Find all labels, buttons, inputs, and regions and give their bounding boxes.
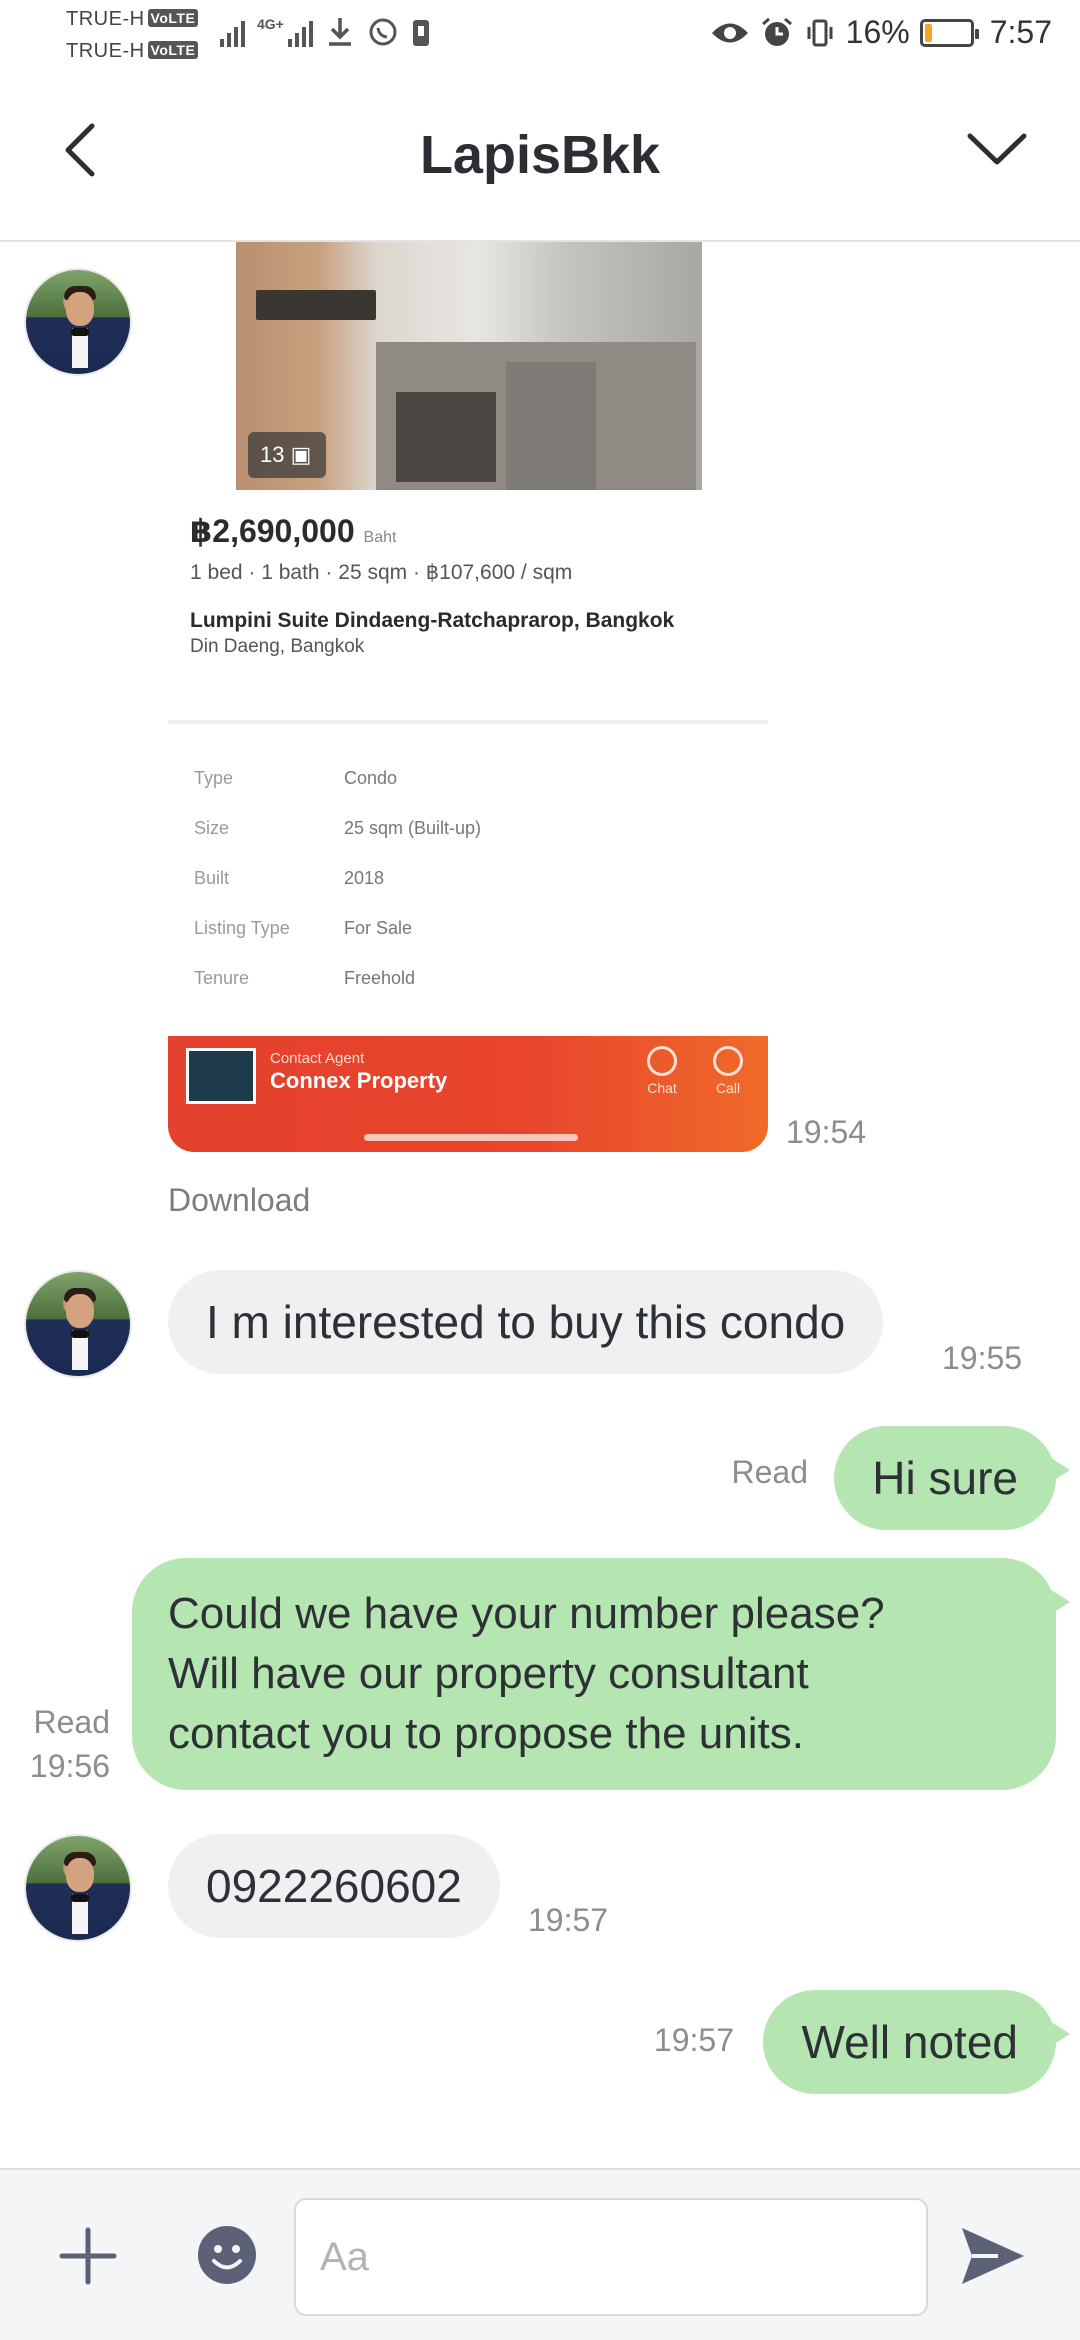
incoming-message[interactable]: 0922260602 (168, 1834, 500, 1938)
photo-count-badge: 13 ▣ (248, 432, 326, 478)
volte-badge: VoLTE (147, 9, 199, 27)
chevron-down-icon[interactable] (962, 118, 1032, 182)
phone-icon (713, 1046, 743, 1076)
read-receipt: Read (33, 1704, 111, 1740)
volte-badge: VoLTE (147, 41, 199, 59)
eye-icon (711, 23, 748, 42)
battery-level (924, 23, 932, 42)
battery-icon (919, 18, 979, 47)
carrier-1: TRUE-H VoLTE (66, 8, 199, 31)
network-type: 4G+ (257, 16, 284, 32)
agent-name: Connex Property (270, 1068, 448, 1093)
send-icon[interactable] (958, 2224, 1028, 2288)
message-time: 19:57 (528, 1902, 609, 1938)
whatsapp-icon (369, 18, 397, 46)
signal-icon-2 (287, 17, 313, 47)
download-link[interactable]: Download (168, 1182, 310, 1219)
detail-row: Type Condo (194, 768, 398, 788)
message-time: 19:54 (786, 1114, 867, 1150)
contact-avatar[interactable] (24, 1270, 132, 1378)
battery-percent: 16% (845, 14, 910, 50)
download-icon (328, 18, 351, 46)
alarm-icon (761, 17, 792, 46)
vibrate-icon (807, 19, 833, 46)
listing-specs: 1 bed · 1 bath · 25 sqm · ฿107,600 / sqm (190, 561, 573, 584)
incoming-message[interactable]: I m interested to buy this condo (168, 1270, 884, 1374)
read-receipt: Read (731, 1454, 809, 1490)
sim-battery-icon (412, 20, 429, 46)
agent-logo (186, 1048, 256, 1104)
outgoing-message[interactable]: Well noted (763, 1990, 1070, 2094)
message-list[interactable]: 13 ▣ ฿2,690,000 Baht 1 bed · 1 bath · 25… (0, 242, 1080, 2170)
home-indicator (364, 1134, 578, 1141)
chat-title: LapisBkk (419, 125, 661, 185)
shared-listing-image[interactable]: 13 ▣ ฿2,690,000 Baht 1 bed · 1 bath · 25… (168, 242, 768, 1152)
contact-avatar[interactable] (24, 268, 132, 376)
signal-icon (220, 17, 245, 47)
contact-avatar[interactable] (24, 1834, 132, 1942)
chat-icon (647, 1046, 677, 1076)
listing-price: ฿2,690,000 Baht (190, 513, 397, 549)
card-divider (168, 720, 768, 724)
agent-chat: Chat (642, 1046, 682, 1096)
chat-header: LapisBkk (0, 72, 1080, 242)
emoji-icon[interactable] (196, 2224, 258, 2286)
message-time: 19:56 (29, 1748, 110, 1784)
listing-photo: 13 ▣ (236, 242, 702, 490)
message-time: 19:57 (653, 2022, 734, 2058)
message-time: 19:55 (942, 1340, 1023, 1376)
outgoing-message[interactable]: Could we have your number please? Will h… (132, 1558, 1070, 1790)
agent-bar: Contact Agent Connex Property Chat Call (168, 1036, 768, 1152)
detail-row: Built 2018 (194, 868, 385, 888)
composer (0, 2168, 1080, 2340)
clock: 7:57 (989, 14, 1052, 50)
carrier-2: TRUE-H VoLTE (66, 40, 199, 63)
listing-address: Din Daeng, Bangkok (190, 636, 365, 657)
detail-row: Listing Type For Sale (194, 918, 413, 938)
listing-project: Lumpini Suite Dindaeng-Ratchaprarop, Ban… (190, 609, 675, 632)
detail-row: Size 25 sqm (Built-up) (194, 818, 482, 838)
agent-label: Contact Agent (270, 1050, 365, 1067)
message-input[interactable] (294, 2198, 928, 2316)
detail-row: Tenure Freehold (194, 968, 416, 988)
status-bar: TRUE-H VoLTE TRUE-H VoLTE 4G+ 16% 7:57 (0, 0, 1080, 72)
status-icons-left: 4G+ (220, 16, 431, 48)
outgoing-message[interactable]: Hi sure (834, 1426, 1070, 1530)
plus-icon[interactable] (54, 2222, 122, 2290)
status-icons-right: 16% 7:57 (710, 14, 1052, 51)
agent-call: Call (708, 1046, 748, 1096)
chat-screen: TRUE-H VoLTE TRUE-H VoLTE 4G+ 16% 7:57 Lap… (0, 0, 1080, 2340)
